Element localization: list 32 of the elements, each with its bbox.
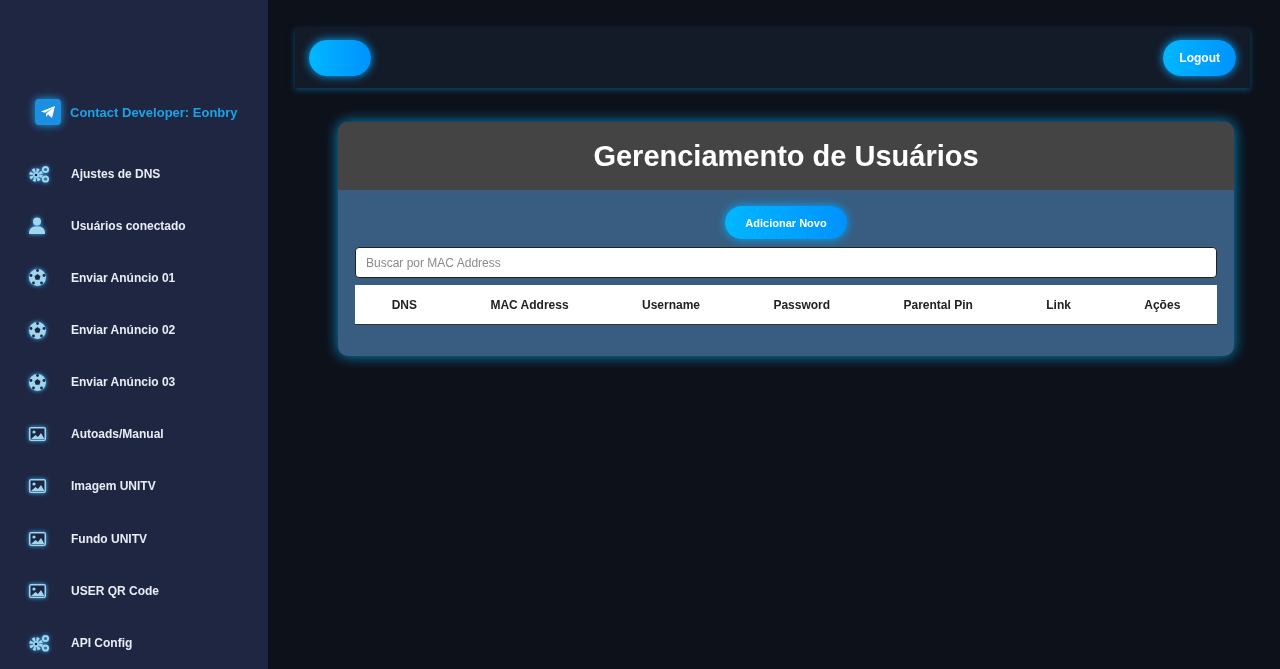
soccer-ball-icon xyxy=(29,321,46,339)
sidebar-item[interactable]: API Config xyxy=(0,616,268,669)
sidebar-item[interactable]: Enviar Anúncio 03 xyxy=(0,356,268,409)
image-icon xyxy=(29,583,46,598)
column-header: DNS xyxy=(391,297,418,312)
sidebar-item[interactable]: Usuários conectado xyxy=(0,199,268,252)
column-header: Username xyxy=(642,297,701,312)
sidebar-item[interactable]: Enviar Anúncio 01 xyxy=(0,251,268,304)
page-title: Gerenciamento de Usuários xyxy=(593,139,979,173)
image-icon xyxy=(29,479,46,494)
column-header: Link xyxy=(1046,297,1071,312)
column-header: MAC Address xyxy=(490,297,569,312)
column-header: Password xyxy=(773,297,831,312)
soccer-ball-icon xyxy=(29,373,46,391)
gears-icon xyxy=(29,633,51,652)
column-header: Parental Pin xyxy=(903,297,973,312)
sidebar-item[interactable]: Fundo UNITV xyxy=(0,512,268,565)
sidebar-item[interactable]: Autoads/Manual xyxy=(0,408,268,461)
search-field[interactable]: Buscar por MAC Address xyxy=(355,247,1217,278)
sidebar-item[interactable]: Enviar Anúncio 02 xyxy=(0,303,268,357)
sidebar-item[interactable]: Imagem UNITV xyxy=(0,460,268,513)
image-icon xyxy=(29,427,46,442)
pill-button[interactable] xyxy=(309,40,371,76)
user-icon xyxy=(29,217,45,235)
contact-link[interactable]: Contact Developer: Eonbry xyxy=(35,97,268,128)
sidebar-item[interactable]: Ajustes de DNS xyxy=(0,147,268,200)
sidebar-item[interactable]: USER QR Code xyxy=(0,564,268,617)
column-header: Ações xyxy=(1144,297,1181,312)
gears-icon xyxy=(29,164,51,183)
paper-plane-icon xyxy=(35,99,61,126)
image-icon xyxy=(29,531,46,546)
soccer-ball-icon xyxy=(29,269,46,287)
